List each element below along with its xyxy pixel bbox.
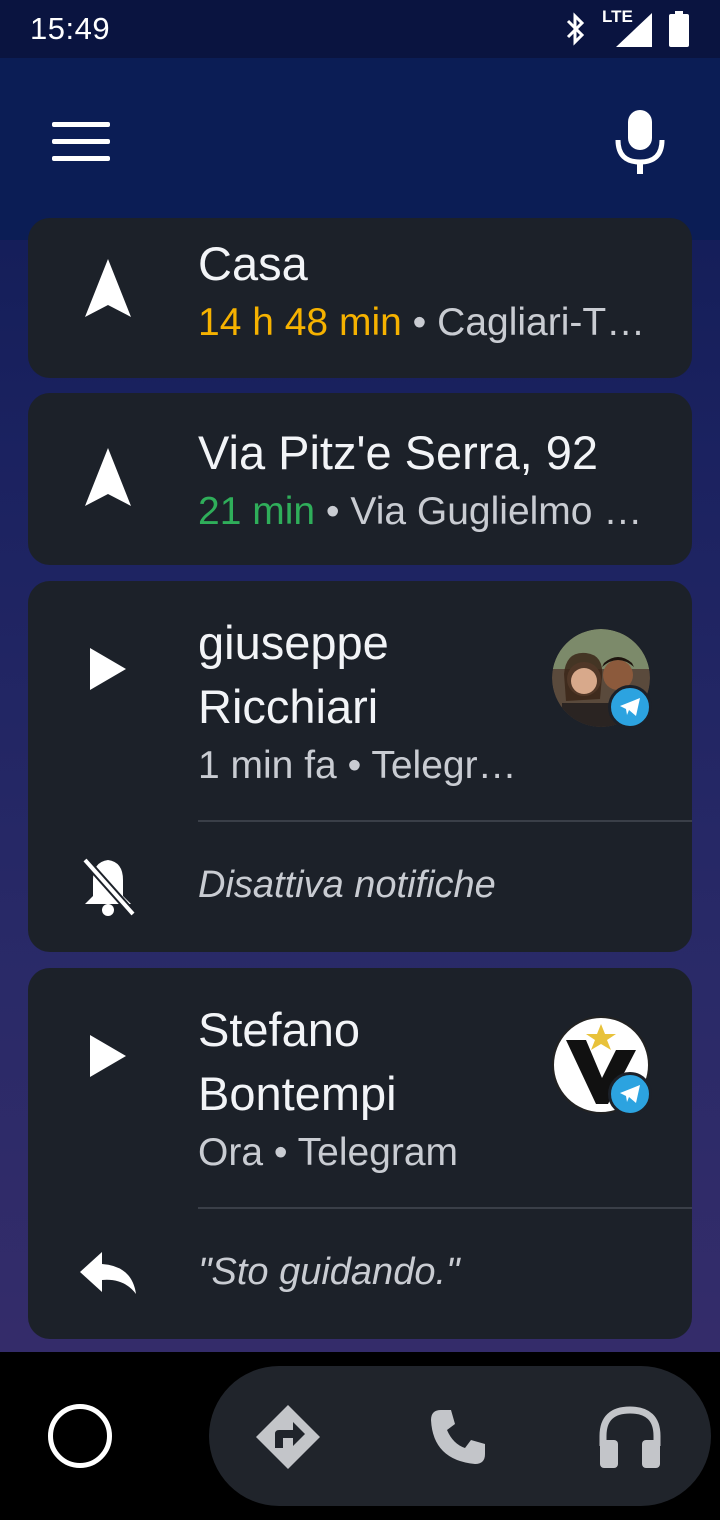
telegram-badge-icon	[608, 685, 652, 729]
bell-off-icon	[78, 856, 138, 917]
navigation-app-button[interactable]	[253, 1402, 323, 1472]
hamburger-menu-icon	[52, 122, 110, 161]
sender-name-line2: Ricchiari	[198, 680, 379, 733]
separator: •	[412, 301, 427, 344]
sender-name-line2: Bontempi	[198, 1067, 397, 1120]
message-row[interactable]: Stefano Bontempi Ora • Telegram	[28, 968, 692, 1208]
microphone-icon	[615, 110, 665, 174]
sender-name-line1: giuseppe	[198, 616, 389, 669]
sender-name-line1: Stefano	[198, 1003, 361, 1056]
bottom-nav	[0, 1352, 720, 1520]
navigation-icon	[256, 1405, 320, 1469]
status-time: 15:49	[30, 11, 111, 46]
eta-text: 14 h 48 min	[198, 301, 402, 344]
app-dock	[209, 1366, 711, 1506]
menu-button[interactable]	[50, 120, 112, 164]
message-meta: Ora • Telegram	[198, 1131, 459, 1174]
status-icons: LTE	[564, 7, 690, 49]
message-card-giuseppe: giuseppe Ricchiari 1 min fa • Telegr… Di…	[28, 581, 692, 952]
destination-detail: Cagliari-T…	[437, 301, 646, 344]
bluetooth-icon	[566, 12, 585, 46]
signal-icon	[616, 13, 652, 47]
phone-icon	[431, 1410, 485, 1464]
reply-icon	[78, 1243, 138, 1303]
message-row[interactable]: giuseppe Ricchiari 1 min fa • Telegr…	[28, 581, 692, 821]
status-bar: 15:49 LTE	[0, 0, 720, 58]
navigation-arrow-icon	[78, 447, 138, 507]
destination-detail: Via Guglielmo …	[350, 490, 643, 533]
nav-card-casa[interactable]: Casa 14 h 48 min • Cagliari-T…	[28, 218, 692, 378]
eta-text: 21 min	[198, 490, 316, 533]
navigation-arrow-icon	[78, 258, 138, 318]
separator: •	[325, 490, 340, 533]
avatar	[552, 1016, 652, 1116]
message-meta: 1 min fa • Telegr…	[198, 744, 517, 787]
play-icon	[78, 1026, 138, 1086]
headphones-icon	[599, 1406, 661, 1468]
destination-subtitle: 14 h 48 min • Cagliari-T…	[198, 298, 645, 348]
signal-indicator: LTE	[602, 7, 654, 49]
avatar	[552, 629, 652, 729]
action-label: "Sto guidando."	[198, 1251, 460, 1293]
phone-app-button[interactable]	[423, 1402, 493, 1472]
app-bar	[0, 58, 720, 240]
destination-subtitle: 21 min • Via Guglielmo …	[198, 487, 642, 537]
telegram-badge-icon	[608, 1072, 652, 1116]
quick-reply-action[interactable]: "Sto guidando."	[28, 1209, 692, 1339]
battery-icon	[669, 11, 689, 47]
message-card-stefano: Stefano Bontempi Ora • Telegram "Sto gui…	[28, 968, 692, 1339]
destination-title: Via Pitz'e Serra, 92	[198, 426, 598, 479]
action-label: Disattiva notifiche	[198, 864, 496, 906]
destination-title: Casa	[198, 237, 308, 290]
home-circle-icon[interactable]	[48, 1404, 112, 1468]
mute-notifications-action[interactable]: Disattiva notifiche	[28, 822, 692, 952]
play-icon	[78, 639, 138, 699]
nav-card-via-pitz-e-serra[interactable]: Via Pitz'e Serra, 92 21 min • Via Guglie…	[28, 393, 692, 565]
media-app-button[interactable]	[595, 1402, 665, 1472]
voice-button[interactable]	[610, 108, 670, 178]
